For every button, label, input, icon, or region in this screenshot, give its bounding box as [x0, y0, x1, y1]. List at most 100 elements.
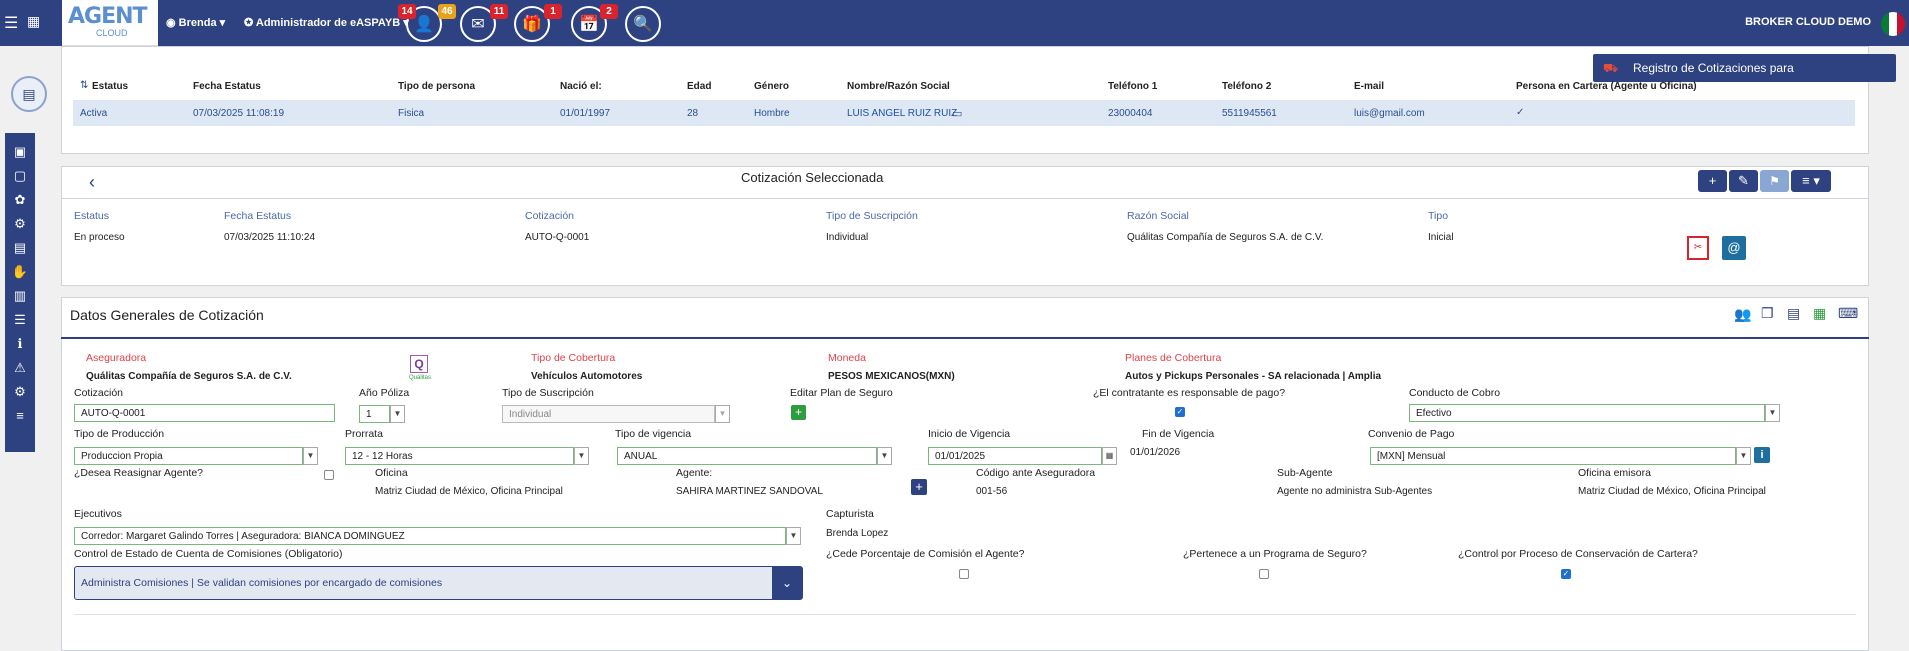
q-label-razon: Razón Social [1127, 210, 1189, 222]
ejecutivos-chevron-icon[interactable]: ▼ [786, 527, 801, 545]
vigencia-select[interactable]: ANUAL [617, 447, 877, 465]
convenio-chevron-icon[interactable]: ▼ [1736, 447, 1751, 465]
pdf-doc-icon[interactable]: ▤ [5, 238, 35, 258]
vigencia-chevron-icon[interactable]: ▼ [877, 447, 892, 465]
conducto-chevron-icon[interactable]: ▼ [1765, 404, 1780, 422]
calendar-picker-icon[interactable]: ▦ [1102, 447, 1117, 465]
window-icon[interactable]: ▢ [5, 166, 35, 186]
add-list-icon[interactable]: ≡ [5, 406, 35, 426]
ejecutivos-select[interactable]: Corredor: Margaret Galindo Torres | Aseg… [74, 527, 786, 545]
col-estatus[interactable]: Estatus [92, 81, 128, 92]
cotizacion-input[interactable]: AUTO-Q-0001 [74, 404, 335, 422]
add-agent-button[interactable]: + [911, 479, 927, 495]
warning-icon[interactable]: ⚠ [5, 358, 35, 378]
keyboard-icon[interactable]: ⌨ [1838, 305, 1858, 322]
cell-tipo-persona: Fisica [398, 108, 425, 119]
prorrata-select[interactable]: 12 - 12 Horas [345, 447, 574, 465]
codigo-value: 001-56 [976, 486, 1008, 497]
conservacion-checkbox[interactable]: ✓ [1561, 569, 1571, 579]
search-user-icon[interactable]: 🔍 [625, 6, 661, 42]
q-label-cotizacion: Cotización [525, 210, 575, 222]
gears-icon[interactable]: ⚙ [5, 214, 35, 234]
control-select[interactable]: Administra Comisiones | Se validan comis… [74, 566, 803, 600]
users-icon[interactable]: 👥 [1734, 306, 1751, 323]
conducto-select[interactable]: Efectivo [1409, 404, 1765, 422]
anio-select[interactable]: 1 [359, 405, 390, 423]
aseguradora-label: Aseguradora [86, 352, 147, 364]
id-card-icon[interactable]: ▭ [952, 107, 962, 120]
agents-alt-badge: 46 [438, 4, 456, 19]
col-email: E-mail [1354, 81, 1385, 92]
email-icon[interactable]: @ [1722, 236, 1746, 260]
handshake-icon[interactable]: ✋ [5, 262, 35, 282]
inicio-date-input[interactable]: 01/01/2025 [928, 447, 1102, 465]
q-cotizacion: AUTO-Q-0001 [525, 232, 590, 243]
client-avatar-icon[interactable]: ▤ [11, 76, 47, 112]
table-row[interactable] [73, 100, 1855, 126]
convenio-label: Convenio de Pago [1368, 428, 1455, 440]
reasignar-checkbox[interactable] [324, 470, 334, 480]
cell-nombre-link[interactable]: LUIS ANGEL RUIZ RUIZ [847, 108, 957, 119]
quote-divider [61, 198, 1869, 199]
sort-icon[interactable]: ⇅ [80, 80, 88, 91]
flag-button[interactable]: ⚑ [1760, 170, 1789, 192]
bottom-divider [74, 614, 1856, 615]
col-tipo-persona: Tipo de persona [398, 81, 476, 92]
role-menu[interactable]: ✪ Administrador de eASPAYB ▾ [244, 16, 409, 29]
programa-checkbox[interactable] [1259, 569, 1269, 579]
aseguradora-value: Quálitas Compañía de Seguros S.A. de C.V… [86, 371, 292, 382]
edit-button[interactable]: ✎ [1729, 170, 1758, 192]
cell-telefono2: 5511945561 [1222, 108, 1277, 119]
mexico-flag-icon[interactable] [1881, 12, 1905, 36]
produccion-chevron-icon[interactable]: ▼ [303, 447, 318, 465]
q-estatus: En proceso [74, 232, 125, 243]
q-razon: Quálitas Compañía de Seguros S.A. de C.V… [1127, 232, 1324, 243]
cobertura-label: Tipo de Cobertura [531, 352, 616, 364]
col-fecha: Fecha Estatus [193, 81, 261, 92]
broker-name: BROKER CLOUD DEMO [1745, 16, 1871, 28]
conducto-label: Conducto de Cobro [1409, 387, 1501, 399]
editar-plan-add-button[interactable]: + [791, 405, 806, 420]
control-label: Control de Estado de Cuenta de Comisione… [74, 548, 343, 560]
list-icon[interactable]: ☰ [5, 310, 35, 330]
vigencia-label: Tipo de vigencia [615, 428, 692, 440]
control-chevron-icon[interactable]: ⌄ [772, 567, 802, 599]
q-label-estatus: Estatus [74, 210, 110, 222]
produccion-select[interactable]: Produccion Propia [74, 447, 303, 465]
excel-icon[interactable]: ▣ [5, 142, 35, 162]
suscripcion-select[interactable]: Individual [502, 405, 715, 423]
back-chevron-icon[interactable]: ‹ [89, 172, 95, 193]
user-menu[interactable]: ◉ Brenda ▾ [166, 16, 225, 29]
settings-icon[interactable]: ⚙ [5, 382, 35, 402]
responsable-checkbox[interactable]: ✓ [1175, 407, 1185, 417]
prorrata-label: Prorrata [345, 428, 383, 440]
apps-grid-icon[interactable]: ▦ [27, 13, 40, 30]
admin-icon: ✪ [244, 17, 254, 29]
cell-telefono1: 23000404 [1108, 108, 1153, 119]
gift-badge: 1 [544, 4, 562, 19]
hamburger-menu-icon[interactable]: ☰ [4, 13, 18, 33]
app-logo[interactable]: AGENT CLOUD [62, 0, 158, 46]
info-icon[interactable]: ℹ [5, 334, 35, 354]
prorrata-chevron-icon[interactable]: ▼ [574, 447, 589, 465]
pdf-icon[interactable]: ✂ [1687, 236, 1709, 260]
agente-value: SAHIRA MARTINEZ SANDOVAL [676, 486, 823, 497]
file-icon[interactable]: ▤ [1787, 305, 1800, 322]
options-menu-button[interactable]: ≡ ▾ [1791, 170, 1831, 192]
conservacion-label: ¿Control por Proceso de Conservación de … [1458, 548, 1698, 560]
suscripcion-chevron-icon[interactable]: ▼ [715, 405, 730, 423]
convenio-info-icon[interactable]: i [1754, 447, 1770, 463]
cede-checkbox[interactable] [959, 569, 969, 579]
lifebuoy-icon[interactable]: ✿ [5, 190, 35, 210]
document-icon[interactable]: ▥ [5, 286, 35, 306]
anio-chevron-icon[interactable]: ▼ [390, 405, 405, 423]
cede-label: ¿Cede Porcentaje de Comisión el Agente? [826, 548, 1025, 560]
add-button[interactable]: + [1698, 170, 1727, 192]
oficina-value: Matriz Ciudad de México, Oficina Princip… [375, 486, 563, 497]
spreadsheet-icon[interactable]: ▦ [1813, 305, 1826, 322]
register-quotes-button[interactable]: ⛟ Registro de Cotizaciones para ASEGURAD… [1593, 54, 1896, 103]
cobertura-value: Vehículos Automotores [531, 371, 643, 382]
agente-label: Agente: [676, 467, 713, 479]
convenio-select[interactable]: [MXN] Mensual [1370, 447, 1736, 465]
copy-icon[interactable]: ❐ [1761, 305, 1774, 322]
